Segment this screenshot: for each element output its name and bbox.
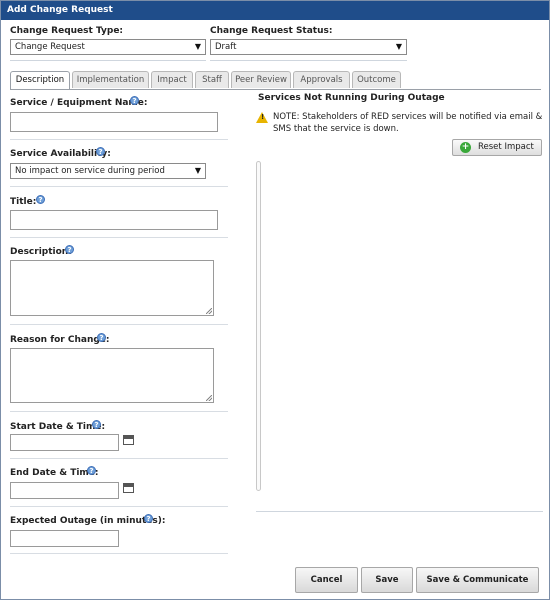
help-icon[interactable]: ?	[144, 514, 153, 523]
calendar-icon[interactable]	[123, 483, 134, 493]
help-icon[interactable]: ?	[87, 466, 96, 475]
field-divider	[10, 553, 228, 554]
field-divider	[10, 411, 228, 412]
dropdown-arrow-icon: ▼	[395, 42, 402, 51]
reset-impact-button[interactable]: + Reset Impact	[452, 139, 542, 156]
save-button[interactable]: Save	[361, 567, 413, 593]
change-request-type-value: Change Request	[15, 42, 85, 52]
stakeholder-note: NOTE: Stakeholders of RED services will …	[273, 112, 543, 134]
tab-outcome[interactable]: Outcome	[352, 71, 401, 88]
services-not-running-heading: Services Not Running During Outage	[258, 93, 445, 103]
dialog-title: Add Change Request	[1, 1, 549, 20]
change-request-status-value: Draft	[215, 42, 237, 52]
help-icon[interactable]: ?	[96, 147, 105, 156]
help-icon[interactable]: ?	[97, 333, 106, 342]
end-date-time-input[interactable]	[10, 482, 119, 499]
help-icon[interactable]: ?	[130, 96, 139, 105]
field-divider	[10, 237, 228, 238]
change-request-type-select[interactable]: Change Request ▼	[10, 39, 206, 55]
reason-for-change-textarea[interactable]	[10, 348, 214, 403]
reason-for-change-label: Reason for Change:	[10, 335, 110, 345]
field-divider	[10, 324, 228, 325]
calendar-icon[interactable]	[123, 435, 134, 445]
service-availability-value: No impact on service during period	[15, 166, 165, 176]
title-label: Title:	[10, 197, 37, 207]
description-label: Description:	[10, 247, 72, 257]
save-and-communicate-button[interactable]: Save & Communicate	[416, 567, 539, 593]
description-textarea[interactable]	[10, 260, 214, 316]
help-icon[interactable]: ?	[92, 420, 101, 429]
service-equipment-input[interactable]	[10, 112, 218, 132]
tab-description[interactable]: Description	[10, 71, 70, 90]
help-icon[interactable]: ?	[65, 245, 74, 254]
tab-implementation[interactable]: Implementation	[72, 71, 149, 88]
warning-icon: !	[256, 112, 268, 123]
start-date-time-input[interactable]	[10, 434, 119, 451]
start-date-time-label: Start Date & Time:	[10, 422, 106, 432]
change-request-status-label: Change Request Status:	[210, 26, 333, 36]
field-divider	[10, 139, 228, 140]
expected-outage-label: Expected Outage (in minutes):	[10, 516, 166, 526]
header-divider-right	[210, 60, 407, 61]
dropdown-arrow-icon: ▼	[194, 42, 201, 51]
tab-staff[interactable]: Staff	[195, 71, 229, 88]
add-change-request-dialog: Add Change Request Change Request Type: …	[0, 0, 550, 600]
add-circle-icon: +	[460, 142, 471, 153]
service-equipment-label: Service / Equipment Name:	[10, 98, 148, 108]
cancel-button[interactable]: Cancel	[295, 567, 358, 593]
resize-grip-icon[interactable]	[206, 308, 212, 314]
form-scrollbar[interactable]	[256, 161, 261, 491]
field-divider	[10, 186, 228, 187]
resize-grip-icon[interactable]	[206, 395, 212, 401]
tab-approvals[interactable]: Approvals	[293, 71, 350, 88]
field-divider	[10, 458, 228, 459]
title-input[interactable]	[10, 210, 218, 230]
field-divider	[10, 506, 228, 507]
tab-underline	[10, 89, 541, 90]
dropdown-arrow-icon: ▼	[194, 166, 201, 175]
help-icon[interactable]: ?	[36, 195, 45, 204]
expected-outage-input[interactable]	[10, 530, 119, 547]
impact-panel-divider	[256, 511, 543, 512]
reset-impact-label: Reset Impact	[478, 142, 534, 152]
service-availability-select[interactable]: No impact on service during period ▼	[10, 163, 206, 179]
header-divider-left	[10, 60, 206, 61]
tab-impact[interactable]: Impact	[151, 71, 193, 88]
tab-peer-review[interactable]: Peer Review	[231, 71, 291, 88]
end-date-time-label: End Date & Time:	[10, 468, 99, 478]
change-request-type-label: Change Request Type:	[10, 26, 124, 36]
change-request-status-select[interactable]: Draft ▼	[210, 39, 407, 55]
